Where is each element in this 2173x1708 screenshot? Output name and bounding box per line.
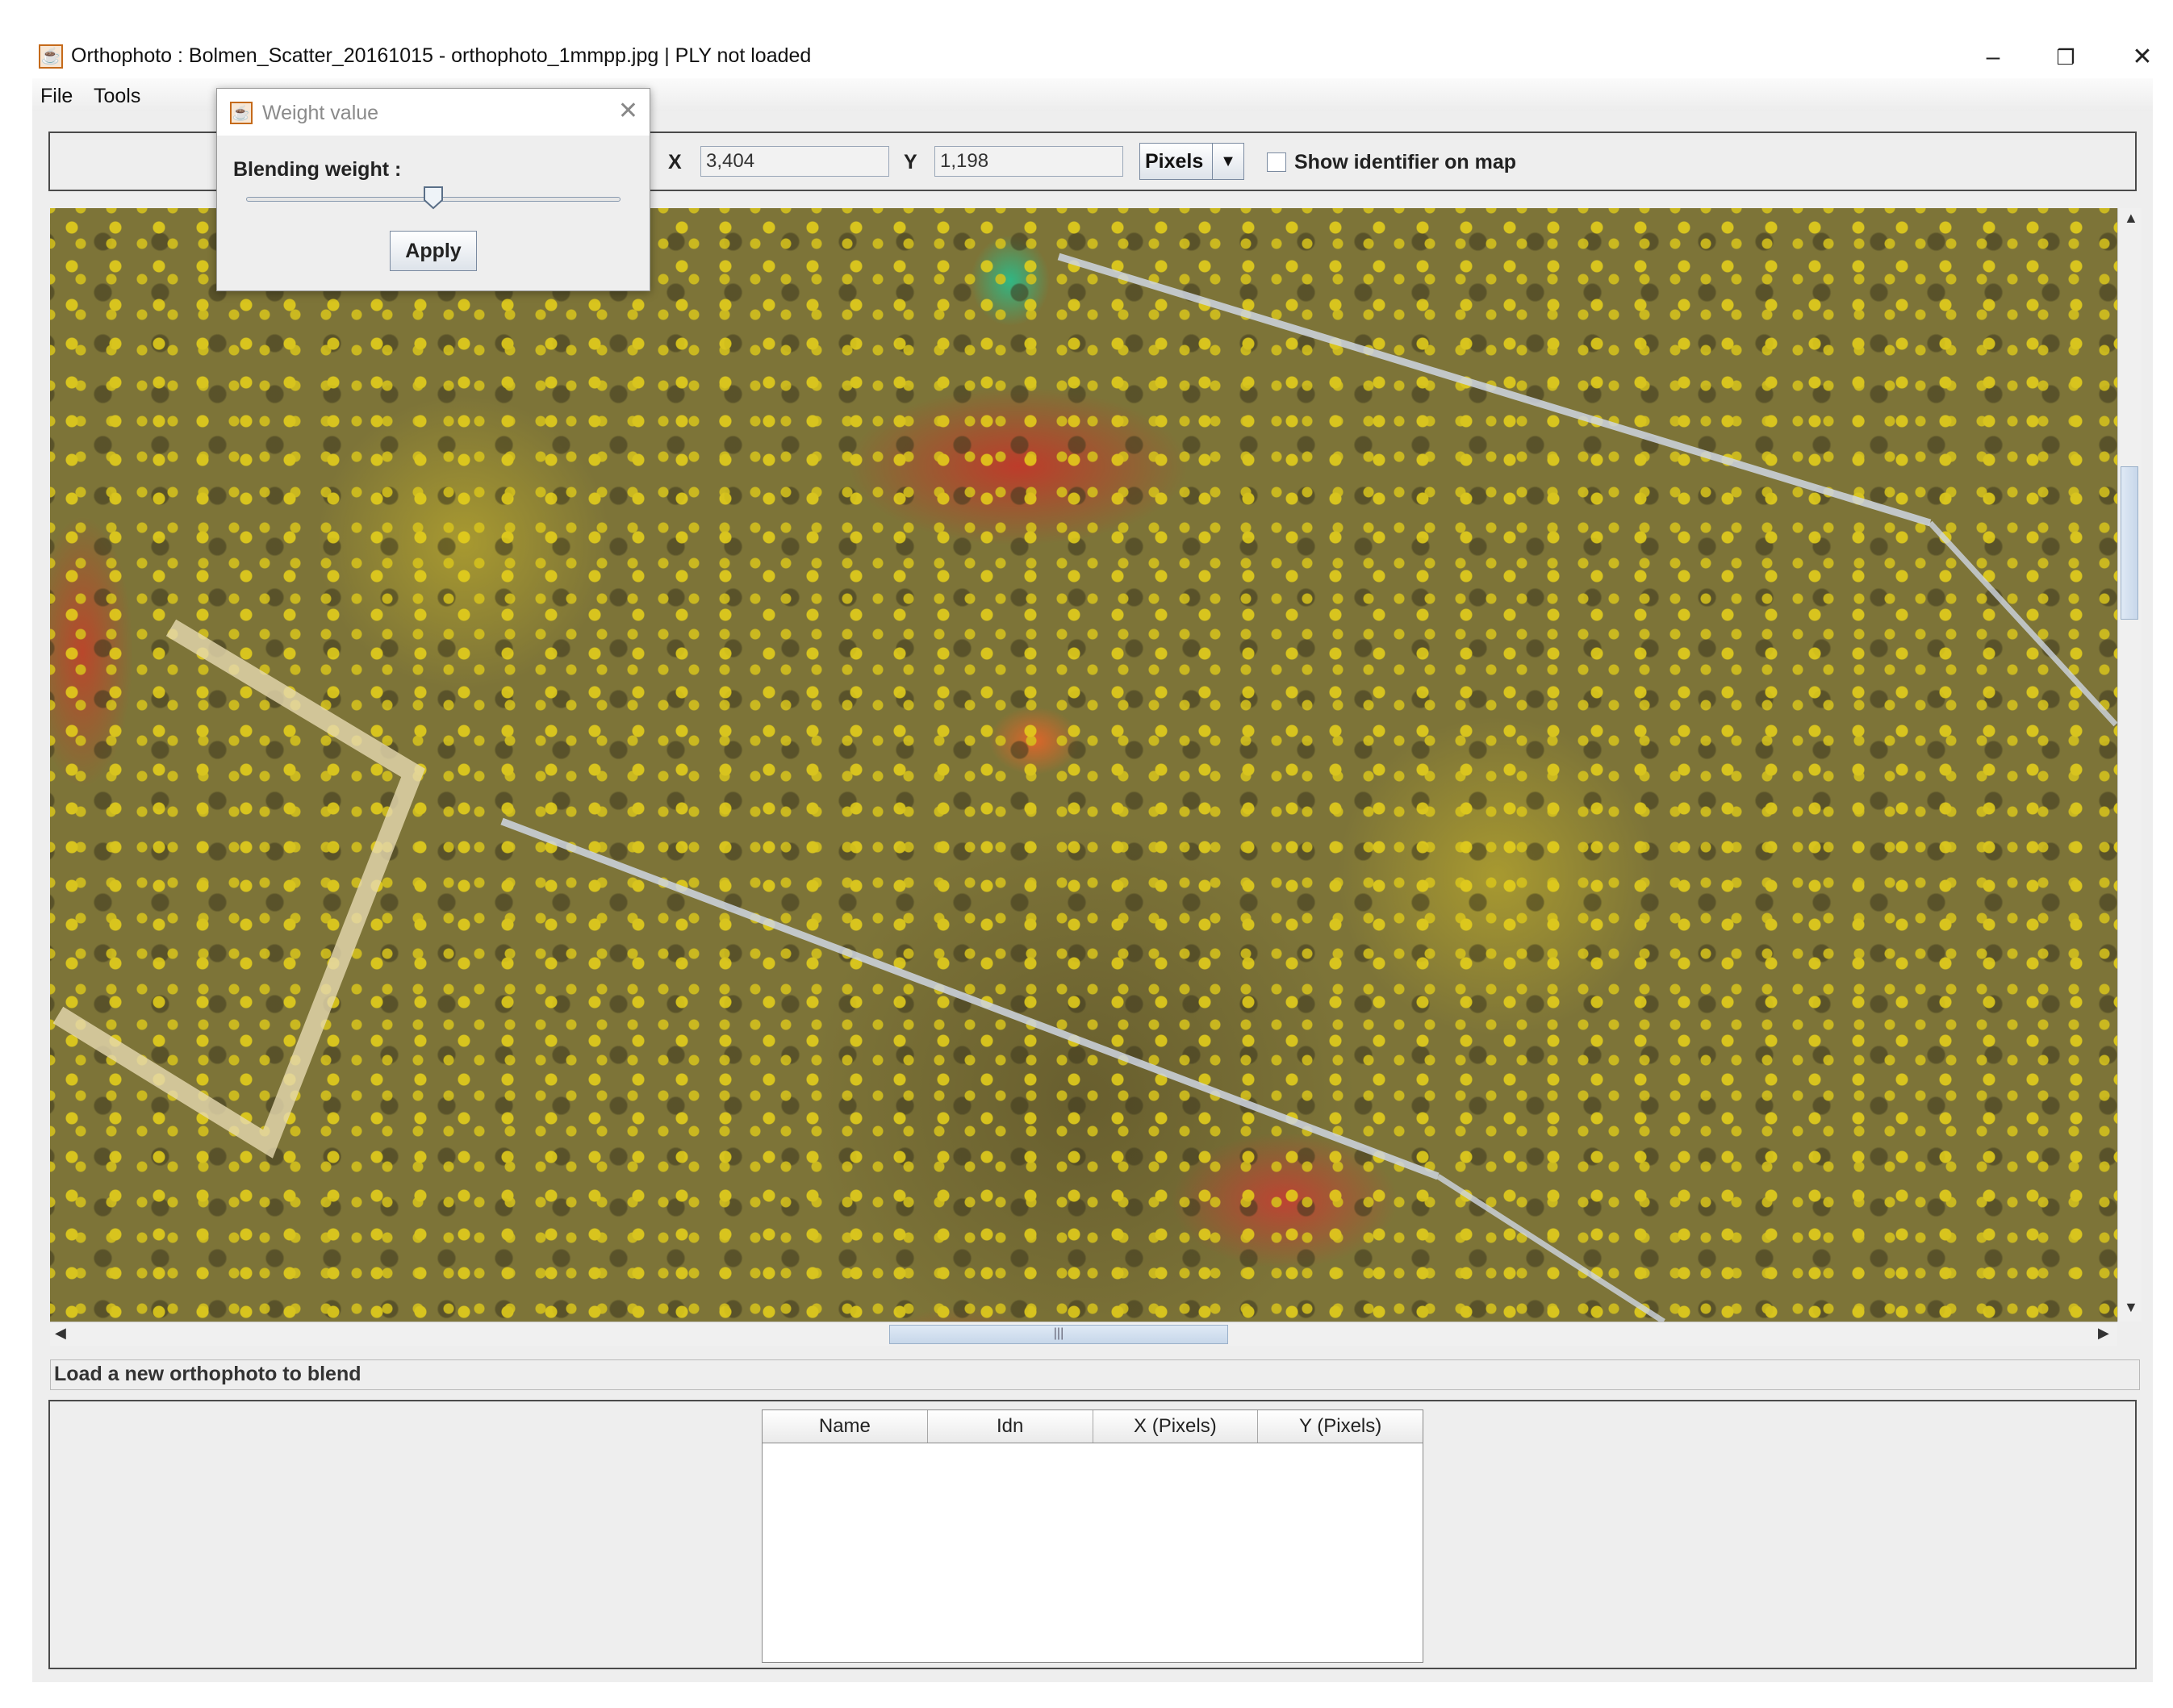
units-selected: Pixels — [1145, 150, 1204, 173]
horizontal-scrollbar[interactable]: ◀ ||| ▶ — [50, 1322, 2117, 1346]
column-header-x[interactable]: X (Pixels) — [1093, 1410, 1259, 1443]
points-panel: Name Idn X (Pixels) Y (Pixels) — [48, 1400, 2137, 1669]
slider-thumb[interactable] — [423, 186, 444, 210]
points-table[interactable]: Name Idn X (Pixels) Y (Pixels) — [762, 1409, 1423, 1663]
dialog-title: Weight value — [262, 102, 379, 124]
main-window: ☕ Orthophoto : Bolmen_Scatter_20161015 -… — [32, 36, 2153, 1682]
measuring-tape-right — [1928, 520, 2117, 727]
scroll-up-icon[interactable]: ▲ — [2124, 210, 2138, 227]
orthophoto-overlay — [52, 253, 2117, 1322]
y-coordinate-field[interactable]: 1,198 — [934, 146, 1123, 177]
java-app-icon: ☕ — [230, 102, 253, 124]
column-header-name[interactable]: Name — [763, 1410, 928, 1443]
measuring-tape-lower — [500, 817, 1440, 1180]
dialog-title-bar: ☕ Weight value ✕ — [217, 89, 650, 136]
menu-file[interactable]: File — [40, 85, 73, 108]
table-header: Name Idn X (Pixels) Y (Pixels) — [763, 1410, 1423, 1443]
show-identifier-label[interactable]: Show identifier on map — [1294, 151, 1516, 174]
apply-button[interactable]: Apply — [390, 231, 477, 271]
vertical-scrollbar[interactable]: ▲ ▼ — [2117, 208, 2142, 1322]
weight-value-dialog: ☕ Weight value ✕ Blending weight : Apply — [216, 88, 650, 291]
horizontal-scroll-thumb[interactable]: ||| — [889, 1325, 1228, 1344]
y-label: Y — [904, 151, 917, 173]
close-icon[interactable]: ✕ — [618, 97, 638, 125]
maximize-icon[interactable]: ❐ — [2033, 40, 2098, 75]
minimize-icon[interactable]: – — [1961, 40, 2025, 75]
show-identifier-checkbox[interactable] — [1267, 152, 1286, 172]
column-header-y[interactable]: Y (Pixels) — [1258, 1410, 1423, 1443]
orthophoto-view[interactable] — [50, 208, 2117, 1322]
vertical-scroll-thumb[interactable] — [2121, 466, 2138, 620]
scroll-left-icon[interactable]: ◀ — [55, 1325, 66, 1342]
close-icon[interactable]: ✕ — [2110, 40, 2173, 75]
status-bar: Load a new orthophoto to blend — [50, 1359, 2140, 1390]
measuring-tape-tail — [1436, 1174, 1665, 1322]
title-bar: ☕ Orthophoto : Bolmen_Scatter_20161015 -… — [32, 36, 2153, 78]
menu-tools[interactable]: Tools — [94, 85, 140, 108]
chevron-down-icon[interactable]: ▼ — [1212, 144, 1243, 179]
scroll-right-icon[interactable]: ▶ — [2098, 1325, 2109, 1342]
scroll-down-icon[interactable]: ▼ — [2124, 1299, 2138, 1316]
blending-weight-label: Blending weight : — [233, 158, 402, 181]
quadrat-frame — [52, 619, 425, 1159]
units-dropdown[interactable]: Pixels ▼ — [1139, 143, 1244, 180]
window-title: Orthophoto : Bolmen_Scatter_20161015 - o… — [71, 44, 812, 67]
java-app-icon: ☕ — [39, 44, 63, 69]
measuring-tape-upper — [1057, 253, 1932, 527]
x-coordinate-field[interactable]: 3,404 — [700, 146, 889, 177]
x-label: X — [668, 151, 682, 173]
column-header-idn[interactable]: Idn — [928, 1410, 1093, 1443]
